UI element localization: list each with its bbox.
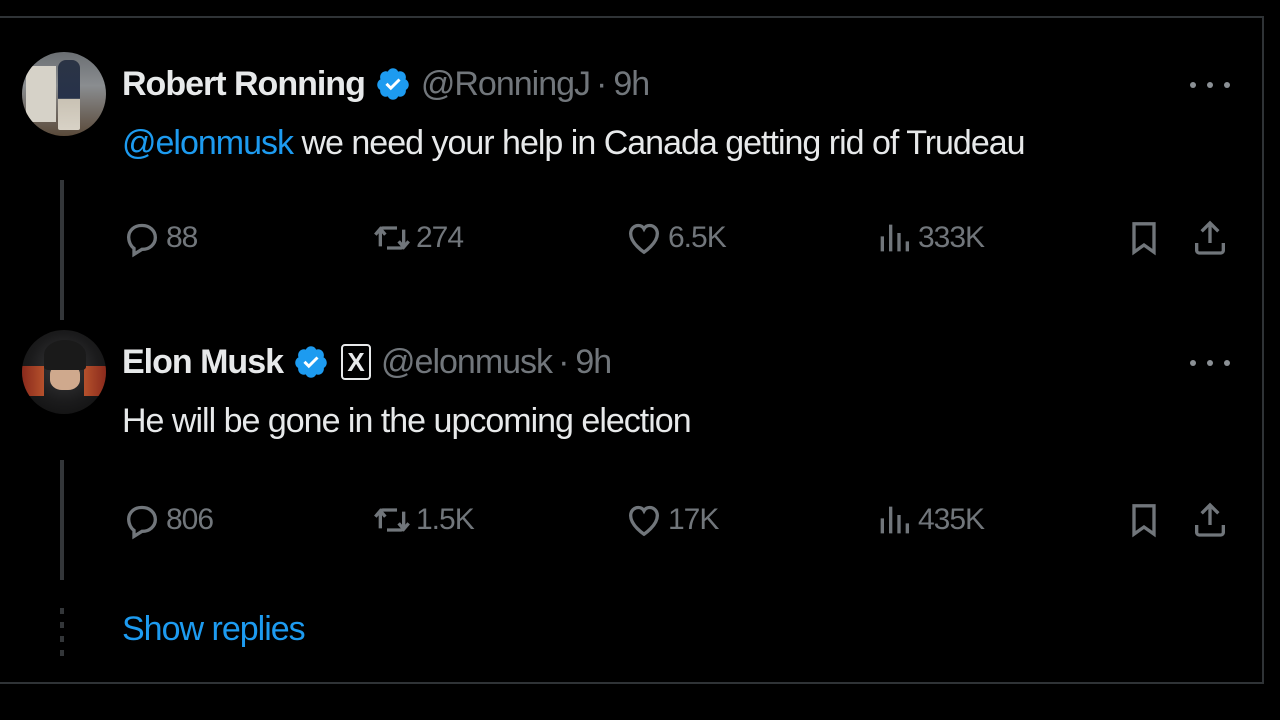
reply-count: 806 bbox=[166, 503, 214, 536]
reply-icon bbox=[126, 223, 158, 258]
bookmark-icon[interactable] bbox=[1124, 218, 1164, 258]
author-name[interactable]: Elon Musk bbox=[122, 343, 284, 382]
reply-button[interactable]: 88 bbox=[122, 216, 198, 260]
views-button[interactable]: 333K bbox=[874, 216, 985, 260]
like-count: 6.5K bbox=[668, 221, 727, 254]
tweet-header: Robert Ronning @RonningJ · 9h bbox=[122, 62, 650, 106]
like-button[interactable]: 6.5K bbox=[624, 216, 727, 260]
reply-count: 88 bbox=[166, 221, 198, 254]
views-icon bbox=[880, 506, 909, 534]
author-name[interactable]: Robert Ronning bbox=[122, 65, 366, 104]
views-button[interactable]: 435K bbox=[874, 498, 985, 542]
author-handle[interactable]: @RonningJ bbox=[421, 65, 591, 104]
repost-icon bbox=[374, 226, 410, 250]
share-icon[interactable] bbox=[1190, 500, 1230, 540]
repost-count: 274 bbox=[416, 221, 464, 254]
timestamp[interactable]: 9h bbox=[613, 65, 650, 104]
mention-link[interactable]: @elonmusk bbox=[122, 124, 294, 162]
tweet[interactable]: Robert Ronning @RonningJ · 9h @elonmusk … bbox=[0, 52, 1264, 292]
heart-icon bbox=[628, 223, 660, 255]
repost-button[interactable]: 274 bbox=[372, 216, 464, 260]
tweet-header: Elon Musk X @elonmusk · 9h bbox=[122, 340, 612, 384]
views-icon bbox=[880, 224, 909, 252]
author-handle[interactable]: @elonmusk bbox=[381, 343, 553, 382]
repost-icon bbox=[374, 508, 410, 532]
tweet[interactable]: Elon Musk X @elonmusk · 9h He will be go… bbox=[0, 330, 1264, 570]
avatar[interactable] bbox=[22, 52, 106, 136]
heart-icon bbox=[628, 505, 660, 537]
reply-icon bbox=[126, 505, 158, 540]
tweet-text-content: we need your help in Canada getting rid … bbox=[293, 124, 1025, 162]
views-count: 435K bbox=[918, 503, 985, 536]
x-affiliate-badge[interactable]: X bbox=[341, 344, 372, 380]
tweet-text: He will be gone in the upcoming election bbox=[122, 402, 692, 440]
verified-badge-icon bbox=[295, 346, 327, 378]
like-button[interactable]: 17K bbox=[624, 498, 719, 542]
reply-button[interactable]: 806 bbox=[122, 498, 214, 542]
action-bar: 88 274 6.5K 333K bbox=[0, 216, 1264, 260]
timestamp[interactable]: 9h bbox=[575, 343, 612, 382]
tweet-text: @elonmusk we need your help in Canada ge… bbox=[122, 124, 1026, 163]
like-count: 17K bbox=[668, 503, 719, 536]
share-icon[interactable] bbox=[1190, 218, 1230, 258]
views-count: 333K bbox=[918, 221, 985, 254]
repost-count: 1.5K bbox=[416, 503, 475, 536]
more-icon[interactable] bbox=[1190, 348, 1230, 378]
more-icon[interactable] bbox=[1190, 70, 1230, 100]
thread-dots bbox=[60, 608, 64, 658]
action-bar: 806 1.5K 17K 435K bbox=[0, 498, 1264, 542]
avatar[interactable] bbox=[22, 330, 106, 414]
separator: · bbox=[558, 342, 570, 381]
show-replies-link[interactable]: Show replies bbox=[122, 610, 306, 649]
bookmark-icon[interactable] bbox=[1124, 500, 1164, 540]
repost-button[interactable]: 1.5K bbox=[372, 498, 475, 542]
separator: · bbox=[596, 64, 608, 103]
verified-badge-icon bbox=[377, 68, 409, 100]
